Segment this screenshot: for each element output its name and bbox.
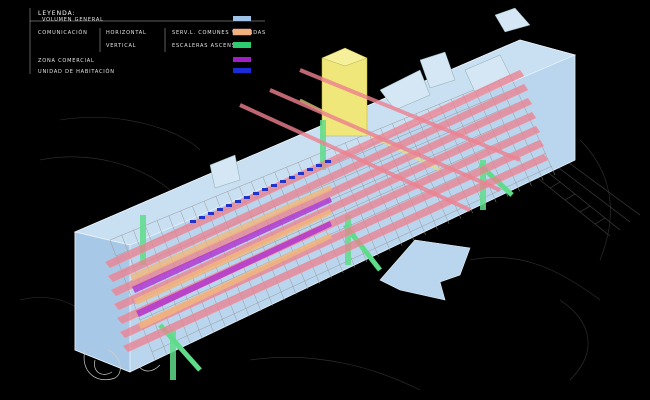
unit-block — [298, 172, 304, 175]
legend-volumen-label: VOLUMEN GENERAL — [42, 17, 104, 23]
swatch-escaleras — [233, 42, 251, 48]
legend-comercial-label: ZONA COMERCIAL — [38, 58, 95, 64]
unit-block — [307, 168, 313, 171]
legend-vertical-label: VERTICAL — [106, 43, 136, 49]
stair-core — [140, 215, 146, 265]
legend-horizontal-label: HORIZONTAL — [106, 30, 147, 36]
swatch-servicios — [232, 28, 252, 36]
unit-block — [217, 208, 223, 211]
legend-servicios-label: SERV.L. COMUNES VIVIENDAS — [172, 30, 266, 36]
unit-block — [316, 164, 322, 167]
legend-habitacion-label: UNIDAD DE HABITACIÓN — [38, 68, 115, 75]
swatch-volumen — [233, 16, 251, 21]
unit-block — [262, 188, 268, 191]
stair-core — [345, 215, 351, 265]
legend-title: LEYENDA: — [38, 10, 76, 17]
unit-block — [190, 220, 196, 223]
isometric-building-diagram: LEYENDA: VOLUMEN GENERAL COMUNICACIÓN HO… — [0, 0, 650, 400]
unit-block — [289, 176, 295, 179]
unit-block — [253, 192, 259, 195]
unit-block — [325, 160, 331, 163]
unit-block — [280, 180, 286, 183]
unit-block — [235, 200, 241, 203]
unit-block — [199, 216, 205, 219]
swatch-comercial — [233, 57, 251, 62]
unit-block — [208, 212, 214, 215]
unit-block — [244, 196, 250, 199]
legend-comunicacion-label: COMUNICACIÓN — [38, 29, 88, 36]
swatch-habitacion — [233, 68, 251, 73]
unit-block — [271, 184, 277, 187]
unit-block — [226, 204, 232, 207]
